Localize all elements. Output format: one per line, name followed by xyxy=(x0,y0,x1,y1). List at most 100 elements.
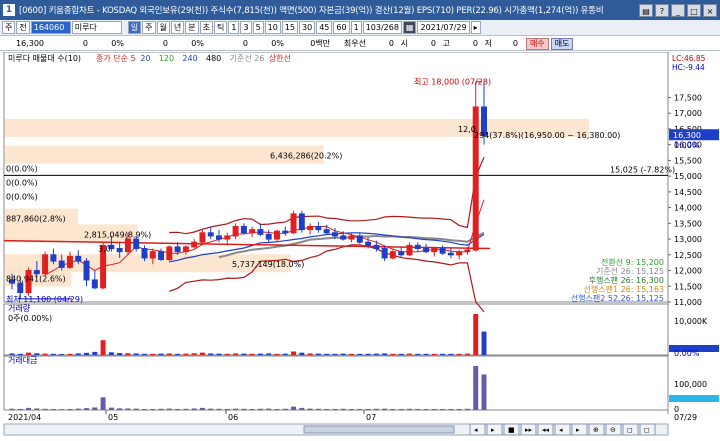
num-45[interactable]: 45 xyxy=(316,21,333,34)
y-tick-label: 11,500 xyxy=(674,282,702,291)
interval-day[interactable]: 일 xyxy=(127,21,142,34)
value-bar xyxy=(448,408,454,410)
buy-button[interactable]: 매수 xyxy=(526,37,549,50)
num-60[interactable]: 60 xyxy=(333,21,350,34)
volume-profile-label: 0(0.0%) xyxy=(6,178,38,187)
volume-profile-label: 5,737,149(18.0%) xyxy=(232,260,304,269)
volume-bar xyxy=(423,353,429,355)
value-bar xyxy=(191,408,197,410)
mode-select[interactable]: 전 xyxy=(16,21,30,34)
volume-bar xyxy=(92,351,98,355)
num-3[interactable]: 3 xyxy=(240,21,252,34)
interval-minute[interactable]: 분 xyxy=(185,21,199,34)
candle-body xyxy=(423,248,430,253)
next-arrow-icon[interactable]: ▸ xyxy=(470,21,481,34)
minimize-icon[interactable]: _ xyxy=(671,3,685,17)
x-axis-label: 07 xyxy=(366,413,376,422)
candle-body xyxy=(33,270,40,275)
nav-button-icon: ◂◂ xyxy=(542,426,550,434)
candle-body xyxy=(149,251,156,259)
y-tick-label: 13,500 xyxy=(674,219,702,228)
quote-row: 16,300 0 0% 0 0% 0 0% 0백만 최우선 0 시 0 고 0 … xyxy=(0,37,720,51)
interval-month[interactable]: 월 xyxy=(156,21,170,34)
candle-body xyxy=(381,248,388,259)
volume-bar xyxy=(390,353,396,355)
page-indicator: 103/268 xyxy=(362,21,402,34)
help-icon[interactable]: ? xyxy=(655,3,669,17)
num-10[interactable]: 10 xyxy=(264,21,281,34)
volume-bar xyxy=(291,351,297,355)
value-bar xyxy=(324,408,330,410)
sell-button[interactable]: 매도 xyxy=(550,37,574,50)
candle-body xyxy=(273,230,280,240)
volume-profile-label: 0(0.0%) xyxy=(6,193,38,202)
candle-body xyxy=(265,233,272,240)
calendar-icon[interactable]: ▦ xyxy=(402,21,417,34)
value-bar xyxy=(142,408,147,410)
candle-body xyxy=(58,260,65,268)
date-field[interactable]: 2021/07/29 xyxy=(417,21,470,34)
interval-year[interactable]: 년 xyxy=(170,21,185,34)
x-axis-label: 05 xyxy=(108,413,118,422)
num-5[interactable]: 5 xyxy=(252,21,264,34)
value-bar xyxy=(382,408,388,410)
value-bar xyxy=(481,374,487,410)
num-15[interactable]: 15 xyxy=(281,21,299,34)
y-tick-label: 15,000 xyxy=(674,172,702,181)
close-icon[interactable]: × xyxy=(703,3,717,17)
legend-entry: 종가 단순 5 xyxy=(96,53,136,63)
candle-body xyxy=(389,251,396,259)
reference-line-label: 15,025 (-7.82%) xyxy=(610,165,675,174)
num-1[interactable]: 1 xyxy=(228,21,240,34)
value-bar xyxy=(224,408,230,410)
stock-chart[interactable]: 11,000 11,500 12,000 12,500 13,000 13,500 14,0… xyxy=(0,51,720,441)
value-bar xyxy=(42,408,48,410)
volume-bar xyxy=(125,353,131,355)
value-bar xyxy=(464,408,470,410)
candle-body xyxy=(124,238,131,253)
value-bar xyxy=(183,408,189,410)
value-bar xyxy=(166,408,172,410)
volume-bar xyxy=(473,314,479,355)
price-value: 16,300 xyxy=(16,39,44,48)
stock-name-field[interactable]: 미루다 xyxy=(71,21,122,34)
volume-bar xyxy=(456,353,462,355)
candle-body xyxy=(431,248,438,253)
value-bar xyxy=(315,408,321,410)
candle-body xyxy=(191,241,198,248)
indicator-value: 후행스팬 26: 16,300 xyxy=(589,275,664,285)
legend-entry: 20 xyxy=(140,54,150,63)
interval-second[interactable]: 초 xyxy=(199,21,213,34)
volume-pct: 0% xyxy=(191,39,204,48)
volume-bar xyxy=(50,353,56,355)
num-30[interactable]: 30 xyxy=(299,21,316,34)
candle-body xyxy=(331,232,338,237)
layout-icon[interactable]: ▤ xyxy=(639,3,653,17)
candle-body xyxy=(141,248,148,259)
value-bar xyxy=(92,407,98,410)
value-bar xyxy=(216,408,222,410)
x-axis-label: 06 xyxy=(228,413,238,422)
y-tick-label: 17,000 xyxy=(674,109,702,118)
scrollbar-thumb xyxy=(303,425,455,434)
value-bar xyxy=(9,408,15,410)
stock-code-input[interactable]: 164060 xyxy=(30,21,71,34)
value-bar xyxy=(50,408,56,410)
volume-bar xyxy=(108,352,114,355)
candle-body xyxy=(174,246,181,253)
volume-bar xyxy=(100,340,106,355)
interval-week[interactable]: 주 xyxy=(142,21,156,34)
price-panel-title: 미루다 매물대 수(10) xyxy=(8,54,81,63)
candle-body xyxy=(224,235,231,240)
value-bar xyxy=(117,408,123,410)
x-axis-label: 07/29 xyxy=(674,413,697,422)
interval-tick[interactable]: 틱 xyxy=(214,21,228,34)
value-bar xyxy=(233,408,239,410)
chart-area[interactable]: 11,000 11,500 12,000 12,500 13,000 13,500 14,0… xyxy=(0,51,720,441)
value-bar xyxy=(398,408,404,410)
legend-entry: 기준선 26 xyxy=(230,54,265,63)
maximize-icon[interactable]: □ xyxy=(687,3,701,17)
count-select[interactable]: 1 xyxy=(350,21,362,34)
legend-entry: 480 xyxy=(206,54,221,63)
period-select[interactable]: 주 xyxy=(2,21,16,34)
